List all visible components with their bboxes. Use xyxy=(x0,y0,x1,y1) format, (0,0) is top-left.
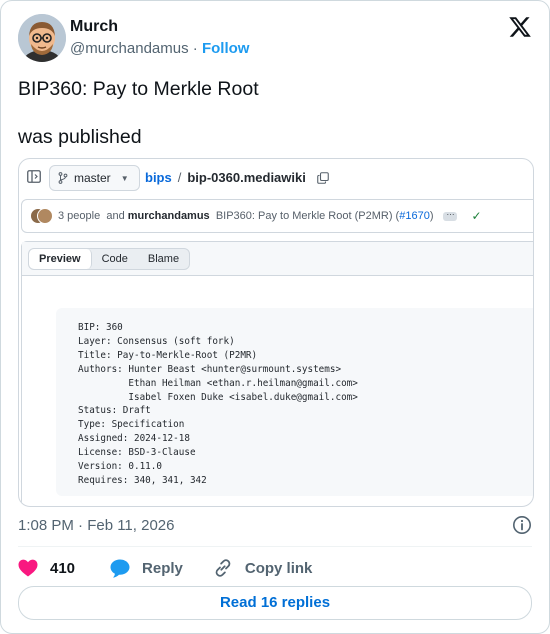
tweet-card: Murch @murchandamus · Follow BIP360: Pay… xyxy=(0,0,550,634)
commit-and: and xyxy=(106,210,125,222)
like-button[interactable]: 410 xyxy=(18,559,75,577)
reply-bubble-icon xyxy=(110,559,130,578)
code-line: Type: Specification xyxy=(78,419,185,431)
commit-author[interactable]: murchandamus xyxy=(128,210,210,222)
code-line: Assigned: 2024-12-18 xyxy=(78,433,190,445)
follow-button[interactable]: Follow xyxy=(202,40,250,57)
contributor-avatar xyxy=(37,208,53,224)
file-header-bar: master ▼ bips / bip-0360.mediawiki xyxy=(19,159,533,197)
copy-link-button[interactable]: Copy link xyxy=(213,558,313,578)
link-icon xyxy=(215,559,231,577)
author-handle-row: @murchandamus · Follow xyxy=(70,40,249,57)
author-name[interactable]: Murch xyxy=(70,18,118,36)
git-branch-icon xyxy=(58,172,68,184)
tab-code[interactable]: Code xyxy=(92,249,138,269)
author-avatar[interactable] xyxy=(18,14,66,62)
code-line: Ethan Heilman <ethan.r.heilman@gmail.com… xyxy=(78,377,358,389)
breadcrumb-repo-link[interactable]: bips xyxy=(145,170,172,185)
author-handle[interactable]: @murchandamus xyxy=(70,40,189,57)
branch-selector[interactable]: master ▼ xyxy=(49,165,140,191)
branch-name: master xyxy=(74,171,111,185)
sidebar-panel-icon[interactable] xyxy=(27,170,41,183)
copy-icon[interactable] xyxy=(317,172,330,184)
code-line: Layer: Consensus (soft fork) xyxy=(78,335,235,347)
commit-message[interactable]: BIP360: Pay to Merkle Root (P2MR) ( xyxy=(216,210,399,222)
tweet-text-line-2: was published xyxy=(18,126,142,148)
tab-preview[interactable]: Preview xyxy=(29,249,92,269)
view-mode-tabs: Preview Code Blame xyxy=(28,248,191,270)
like-count: 410 xyxy=(50,559,76,577)
tweet-text-line-1: BIP360: Pay to Merkle Root xyxy=(18,78,259,100)
commit-message-end: ) xyxy=(429,210,434,222)
code-line: Authors: Hunter Beast <hunter@surmount.s… xyxy=(78,363,342,375)
code-line: License: BSD-3-Clause xyxy=(78,447,196,459)
commit-expand-button[interactable]: ··· xyxy=(443,210,458,221)
heart-icon xyxy=(18,559,38,577)
breadcrumb-file: bip-0360.mediawiki xyxy=(187,170,306,185)
reply-label: Reply xyxy=(142,559,183,577)
code-line: Isabel Foxen Duke <isabel.duke@gmail.com… xyxy=(78,391,358,403)
tweet-timestamp[interactable]: 1:08 PM · Feb 11, 2026 xyxy=(18,517,174,534)
attached-screenshot[interactable]: master ▼ bips / bip-0360.mediawiki 3 peopl… xyxy=(18,158,534,507)
file-viewer-toolbar: Preview Code Blame xyxy=(22,242,533,276)
commit-people-count[interactable]: 3 people xyxy=(58,210,100,222)
contributor-avatars[interactable] xyxy=(30,208,53,224)
check-icon[interactable]: ✓ xyxy=(471,209,481,223)
code-line: Version: 0.11.0 xyxy=(78,461,162,473)
reply-button[interactable]: Reply xyxy=(110,559,183,578)
tweet-actions: 410 Reply Copy link xyxy=(18,558,312,578)
handle-separator: · xyxy=(192,40,198,57)
chevron-down-icon: ▼ xyxy=(120,173,129,183)
breadcrumb-separator: / xyxy=(177,170,182,185)
copy-link-label: Copy link xyxy=(244,559,313,577)
read-replies-button[interactable]: Read 16 replies xyxy=(18,586,532,620)
tweet-text: BIP360: Pay to Merkle Root was published xyxy=(18,77,259,148)
commit-pr-link[interactable]: #1670 xyxy=(399,210,430,222)
tab-blame[interactable]: Blame xyxy=(138,249,189,269)
code-line: Status: Draft xyxy=(78,405,151,417)
file-viewer: Preview Code Blame BIP: 360 Layer: Conse… xyxy=(21,241,533,506)
code-line: Requires: 340, 341, 342 xyxy=(78,474,207,486)
code-line: BIP: 360 xyxy=(78,322,123,333)
info-icon[interactable] xyxy=(512,515,532,535)
x-logo-icon[interactable] xyxy=(508,15,532,39)
breadcrumb: bips / bip-0360.mediawiki xyxy=(145,170,330,185)
preamble-code: BIP: 360 Layer: Consensus (soft fork) Ti… xyxy=(78,321,358,488)
latest-commit-bar: 3 people and murchandamus BIP360: Pay to… xyxy=(21,199,533,233)
preamble-code-block: BIP: 360 Layer: Consensus (soft fork) Ti… xyxy=(56,308,533,496)
code-line: Title: Pay-to-Merkle-Root (P2MR) xyxy=(78,349,258,361)
footer-divider xyxy=(18,546,532,547)
avatar-illustration xyxy=(18,14,66,62)
